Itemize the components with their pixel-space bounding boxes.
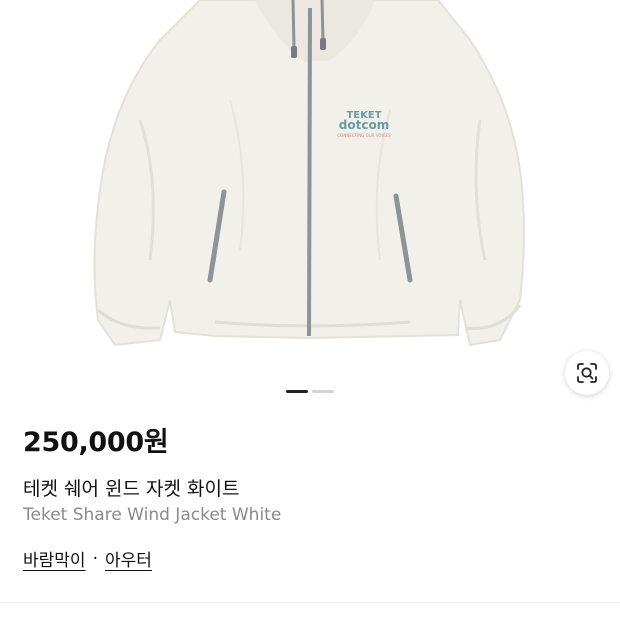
category-breadcrumb: 바람막이 · 아우터 bbox=[23, 546, 152, 572]
jacket-logo-line3: CONNECTING OUR VOICES bbox=[337, 133, 391, 138]
product-detail-page: TEKET dotcom CONNECTING OUR VOICES 250,0… bbox=[0, 0, 620, 620]
image-search-button[interactable] bbox=[565, 351, 609, 395]
category-separator: · bbox=[92, 548, 98, 569]
carousel-dot-inactive[interactable] bbox=[312, 390, 334, 393]
section-divider bbox=[0, 602, 620, 603]
carousel-indicator bbox=[0, 390, 620, 394]
category-link-windbreaker[interactable]: 바람막이 bbox=[23, 546, 86, 571]
carousel-dot-active[interactable] bbox=[286, 390, 308, 393]
lens-scan-icon bbox=[577, 363, 597, 383]
product-title-korean: 테켓 쉐어 윈드 자켓 화이트 bbox=[23, 478, 240, 500]
product-image[interactable]: TEKET dotcom CONNECTING OUR VOICES bbox=[0, 0, 620, 410]
jacket-illustration: TEKET dotcom CONNECTING OUR VOICES bbox=[93, 0, 525, 347]
category-link-outerwear[interactable]: 아우터 bbox=[105, 546, 152, 571]
product-title-english: Teket Share Wind Jacket White bbox=[23, 505, 282, 525]
jacket-logo-line2: dotcom bbox=[339, 118, 389, 132]
product-price: 250,000원 bbox=[23, 427, 169, 458]
